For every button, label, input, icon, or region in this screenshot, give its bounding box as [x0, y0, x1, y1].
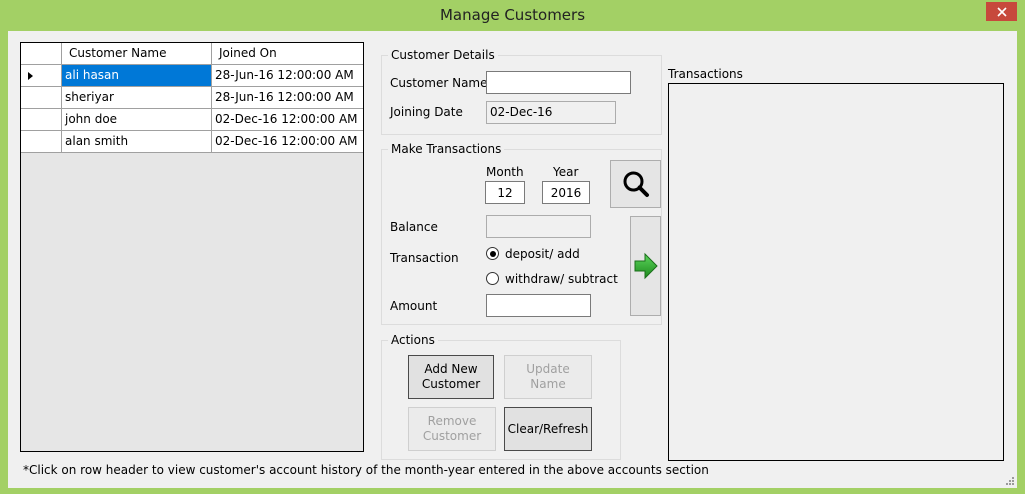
customer-details-group: Customer Details Customer Name Joining D… [381, 48, 662, 135]
actions-group: Actions Add New Customer Update Name Remov… [381, 333, 621, 460]
grid-header-row: Customer Name Joined On [21, 43, 363, 65]
close-icon [996, 6, 1007, 17]
cell-joined-on[interactable]: 02-Dec-16 12:00:00 AM [212, 109, 363, 131]
withdraw-radio[interactable] [486, 272, 499, 285]
cell-joined-on[interactable]: 28-Jun-16 12:00:00 AM [212, 65, 363, 87]
title-bar[interactable]: Manage Customers [0, 0, 1025, 32]
cell-joined-on[interactable]: 28-Jun-16 12:00:00 AM [212, 87, 363, 109]
balance-label: Balance [390, 220, 438, 234]
table-row[interactable]: ali hasan 28-Jun-16 12:00:00 AM [21, 65, 363, 87]
remove-customer-label: Remove Customer [422, 414, 482, 443]
update-name-button[interactable]: Update Name [504, 355, 592, 399]
submit-transaction-button[interactable] [630, 216, 661, 316]
joining-date-field: 02-Dec-16 [486, 101, 616, 124]
cell-customer-name[interactable]: sheriyar [62, 87, 212, 109]
cell-joined-on[interactable]: 02-Dec-16 12:00:00 AM [212, 131, 363, 153]
balance-field [486, 215, 591, 238]
row-header[interactable] [21, 65, 62, 87]
search-icon [623, 171, 649, 197]
year-label: Year [553, 165, 579, 179]
deposit-radio-label[interactable]: deposit/ add [505, 247, 580, 261]
client-area: Customer Name Joined On ali hasan 28-Jun… [8, 31, 1017, 488]
row-header[interactable] [21, 109, 62, 131]
actions-legend: Actions [388, 333, 438, 347]
customer-name-input[interactable] [486, 71, 631, 94]
year-input[interactable] [542, 181, 590, 204]
deposit-radio[interactable] [486, 247, 499, 260]
customer-details-legend: Customer Details [388, 48, 498, 62]
table-row[interactable]: sheriyar 28-Jun-16 12:00:00 AM [21, 87, 363, 109]
cell-customer-name[interactable]: ali hasan [62, 65, 212, 87]
make-transactions-legend: Make Transactions [388, 142, 505, 156]
update-name-label: Update Name [526, 362, 570, 391]
customers-grid[interactable]: Customer Name Joined On ali hasan 28-Jun… [20, 42, 364, 452]
close-button[interactable] [986, 2, 1017, 21]
amount-input[interactable] [486, 294, 591, 317]
row-header[interactable] [21, 131, 62, 153]
withdraw-radio-label[interactable]: withdraw/ subtract [505, 272, 618, 286]
current-row-icon [28, 72, 33, 80]
arrow-right-icon [634, 252, 658, 280]
search-button[interactable] [610, 160, 661, 208]
customer-name-label: Customer Name [390, 76, 488, 90]
transaction-label: Transaction [390, 251, 459, 265]
cell-customer-name[interactable]: john doe [62, 109, 212, 131]
clear-refresh-button[interactable]: Clear/Refresh [504, 407, 592, 451]
make-transactions-group: Make Transactions Month Year Balance Tra… [381, 142, 662, 325]
table-row[interactable]: alan smith 02-Dec-16 12:00:00 AM [21, 131, 363, 153]
resize-grip-icon[interactable] [1005, 476, 1015, 486]
window-frame: Manage Customers Customer Name Joined On… [0, 0, 1025, 494]
row-header[interactable] [21, 87, 62, 109]
column-header-customer-name[interactable]: Customer Name [62, 43, 212, 65]
add-customer-button[interactable]: Add New Customer [408, 355, 494, 399]
month-input[interactable] [485, 181, 525, 204]
transactions-label: Transactions [668, 67, 743, 81]
transactions-panel[interactable] [668, 83, 1004, 461]
cell-customer-name[interactable]: alan smith [62, 131, 212, 153]
table-row[interactable]: john doe 02-Dec-16 12:00:00 AM [21, 109, 363, 131]
add-customer-label: Add New Customer [421, 362, 481, 391]
amount-label: Amount [390, 299, 438, 313]
joining-date-label: Joining Date [390, 105, 463, 119]
column-header-joined-on[interactable]: Joined On [212, 43, 363, 65]
remove-customer-button[interactable]: Remove Customer [408, 407, 496, 451]
window-title: Manage Customers [439, 6, 586, 24]
grid-corner-header[interactable] [21, 43, 62, 65]
month-label: Month [486, 165, 524, 179]
footer-hint: *Click on row header to view customer's … [23, 463, 709, 477]
